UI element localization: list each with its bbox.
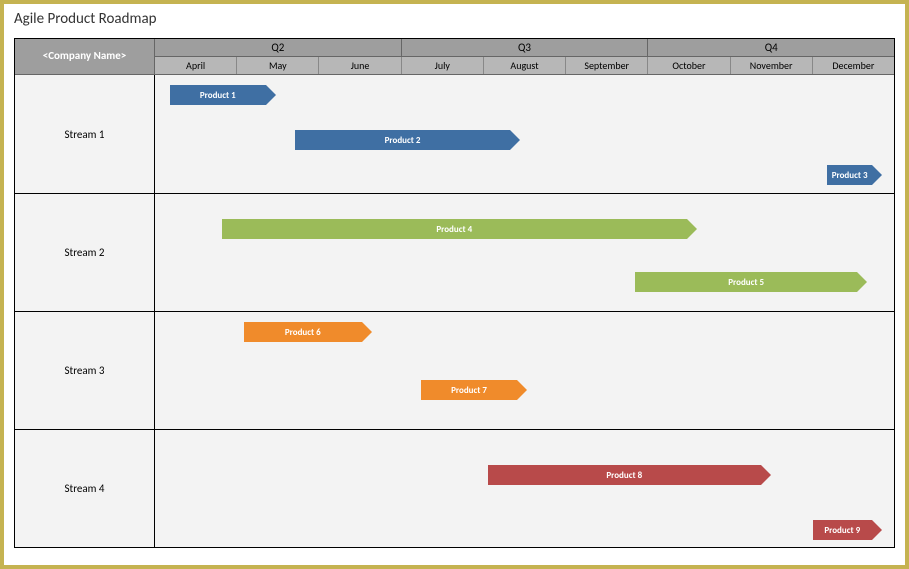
- product-bar-label: Product 1: [200, 90, 236, 101]
- product-bar: Product 7: [421, 380, 517, 400]
- stream-lane: Product 1 Product 2 Product 3: [155, 75, 894, 193]
- timeline-header: Q2Q3Q4 AprilMayJuneJulyAugustSeptemberOc…: [155, 39, 894, 74]
- header-row: <Company Name> Q2Q3Q4 AprilMayJuneJulyAu…: [15, 39, 894, 75]
- stream-lane: Product 8 Product 9: [155, 430, 894, 547]
- product-bar-label: Product 6: [285, 327, 321, 338]
- roadmap-page: Agile Product Roadmap <Company Name> Q2Q…: [4, 4, 905, 565]
- month-header: September: [566, 57, 648, 74]
- product-bar: Product 6: [244, 322, 362, 342]
- product-bar-label: Product 5: [728, 277, 764, 288]
- stream-label: Stream 3: [15, 312, 155, 429]
- months-row: AprilMayJuneJulyAugustSeptemberOctoberNo…: [155, 57, 894, 74]
- month-header: November: [731, 57, 813, 74]
- streams-container: Stream 1Product 1Product 2Product 3Strea…: [15, 75, 894, 547]
- month-header: December: [813, 57, 894, 74]
- quarter-header: Q4: [648, 39, 894, 56]
- product-bar-label: Product 3: [832, 170, 868, 181]
- quarter-header: Q3: [402, 39, 649, 56]
- stream-label: Stream 2: [15, 194, 155, 311]
- product-bar: Product 5: [635, 272, 857, 292]
- stream-lane: Product 4 Product 5: [155, 194, 894, 311]
- stream-row: Stream 4 Product 8 Product 9: [15, 429, 894, 547]
- page-title: Agile Product Roadmap: [4, 4, 905, 38]
- product-bar-label: Product 4: [436, 224, 472, 235]
- quarters-row: Q2Q3Q4: [155, 39, 894, 57]
- product-bar: Product 3: [827, 165, 871, 185]
- stream-lane: Product 6 Product 7: [155, 312, 894, 429]
- company-header: <Company Name>: [15, 39, 155, 74]
- month-header: May: [237, 57, 319, 74]
- product-bar-label: Product 8: [606, 470, 642, 481]
- product-bar: Product 8: [488, 465, 761, 485]
- stream-row: Stream 3 Product 6 Product 7: [15, 311, 894, 429]
- month-header: April: [155, 57, 237, 74]
- product-bar: Product 2: [295, 130, 509, 150]
- stream-label: Stream 1: [15, 75, 155, 193]
- month-header: June: [319, 57, 401, 74]
- roadmap-grid: <Company Name> Q2Q3Q4 AprilMayJuneJulyAu…: [14, 38, 895, 548]
- month-header: August: [484, 57, 566, 74]
- product-bar: Product 1: [170, 85, 266, 105]
- month-header: July: [402, 57, 484, 74]
- product-bar-label: Product 7: [451, 385, 487, 396]
- product-bar-label: Product 2: [385, 135, 421, 146]
- product-bar: Product 4: [222, 219, 688, 239]
- stream-label: Stream 4: [15, 430, 155, 547]
- product-bar: Product 9: [813, 520, 872, 540]
- stream-row: Stream 2 Product 4 Product 5: [15, 193, 894, 311]
- month-header: October: [648, 57, 730, 74]
- quarter-header: Q2: [155, 39, 402, 56]
- stream-row: Stream 1 Product 1 Product 2 Product 3: [15, 75, 894, 193]
- product-bar-label: Product 9: [824, 525, 860, 536]
